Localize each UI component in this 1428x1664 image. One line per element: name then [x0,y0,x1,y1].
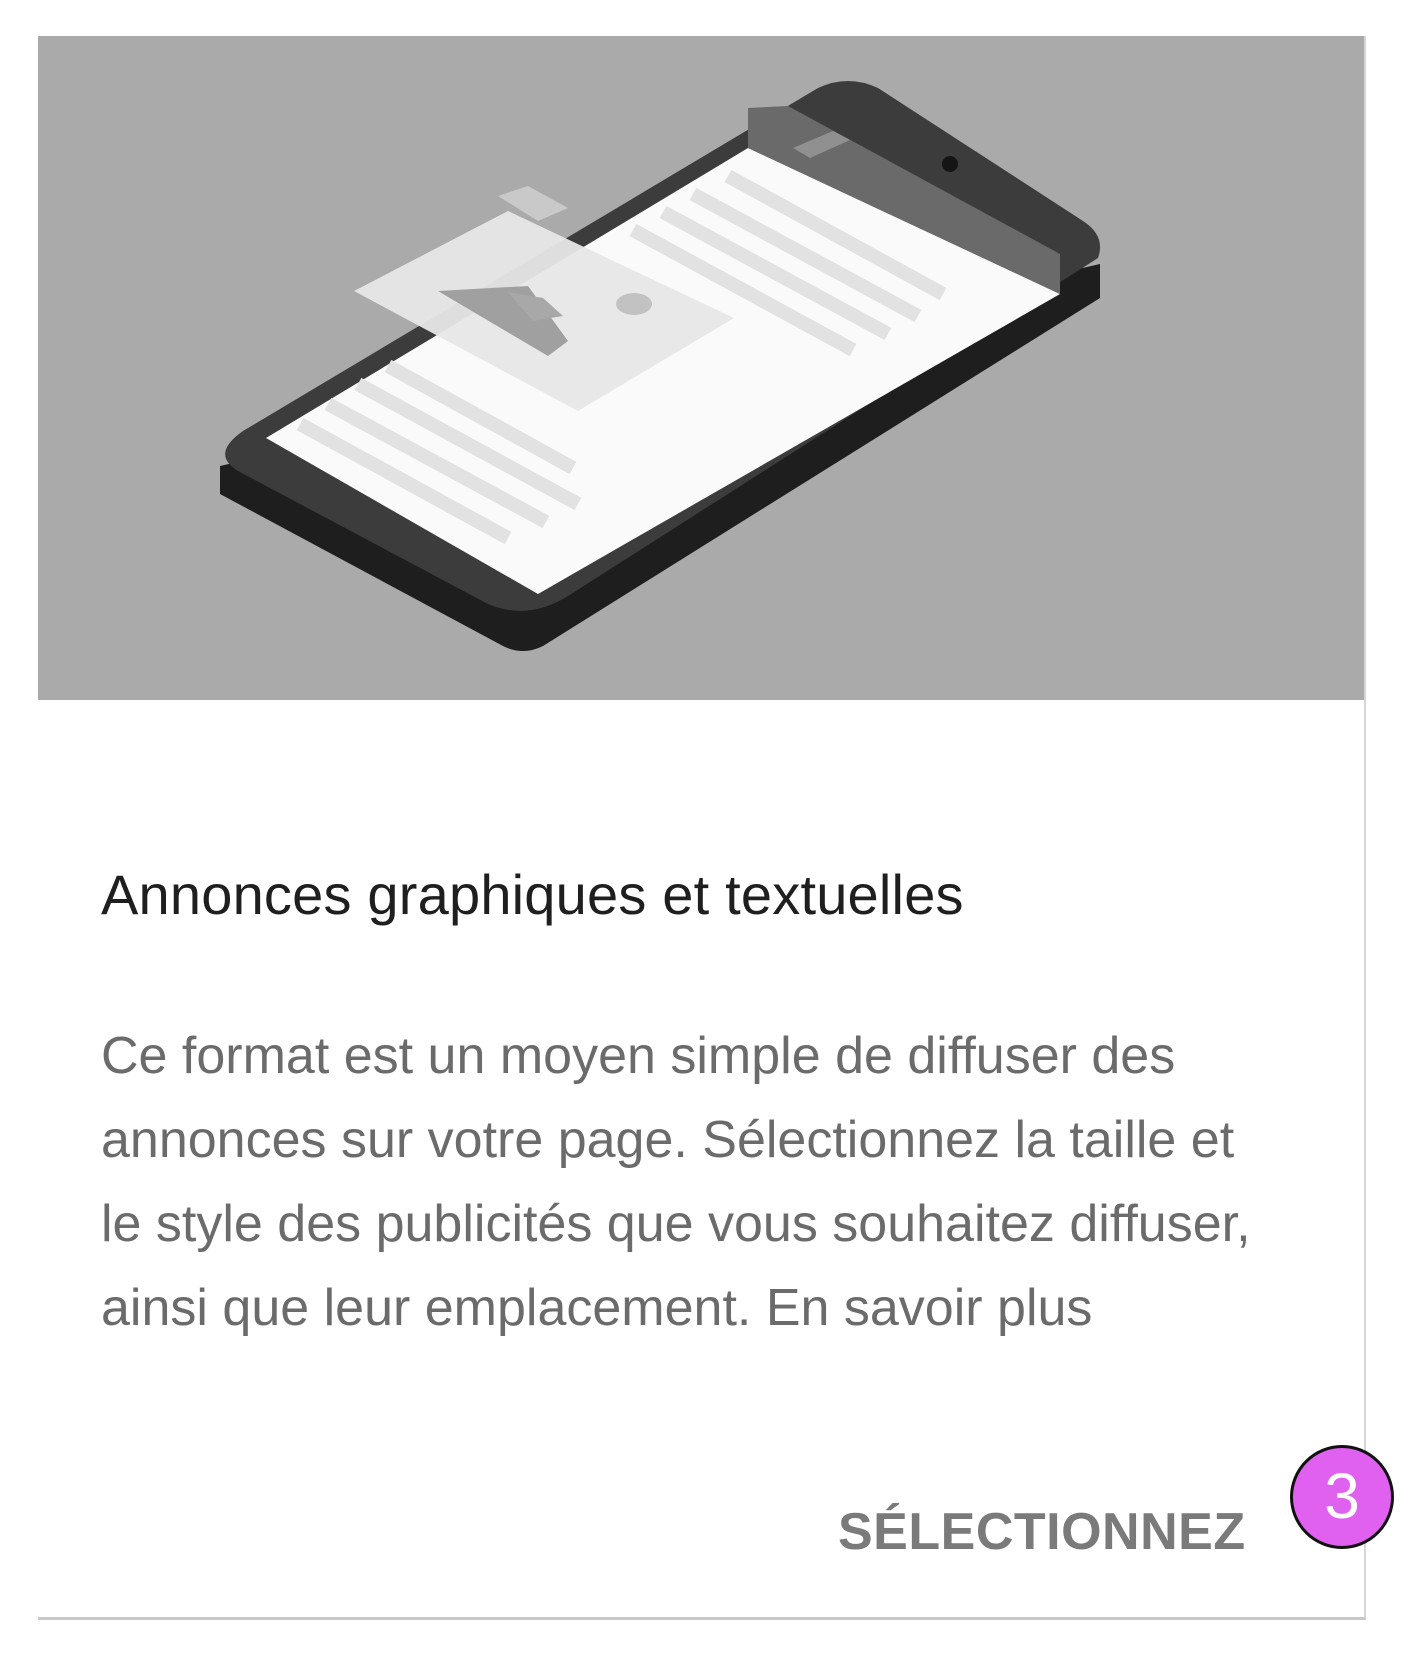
card-description: Ce format est un moyen simple de diffuse… [101,1014,1281,1350]
card-title: Annonces graphiques et textuelles [101,863,964,926]
select-button[interactable]: SÉLECTIONNEZ [838,1502,1246,1562]
card-hero-image [38,36,1364,700]
phone-illustration-icon [220,81,1101,651]
ad-format-card: Annonces graphiques et textuelles Ce for… [38,36,1366,1620]
step-number-badge: 3 [1290,1445,1394,1549]
learn-more-link[interactable]: En savoir plus [766,1279,1093,1337]
